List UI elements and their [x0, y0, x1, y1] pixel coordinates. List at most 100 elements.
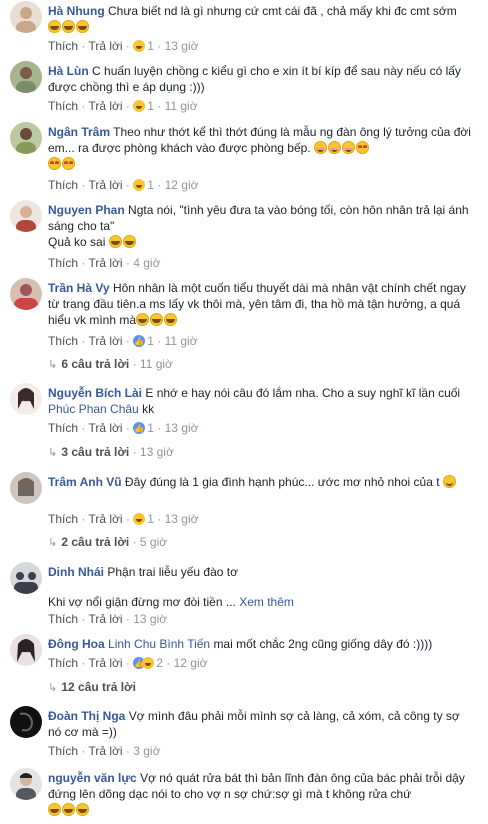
emoji-blush-icon — [313, 141, 327, 154]
like-button[interactable]: Thích — [48, 512, 78, 526]
avatar[interactable] — [10, 122, 42, 154]
like-button[interactable]: Thích — [48, 334, 78, 348]
reaction-count[interactable]: 2 — [156, 656, 163, 670]
reply-arrow-icon: ↳ — [48, 682, 58, 694]
comment-text-line2: Quả ko sai — [48, 235, 106, 249]
comment-text: mai mốt chắc 2ng cũng giống dây đó :)))) — [213, 637, 433, 651]
reply-button[interactable]: Trả lời — [88, 421, 122, 435]
commenter-name[interactable]: Đoàn Thị Nga — [48, 709, 125, 723]
avatar[interactable] — [10, 278, 42, 310]
mention-link[interactable]: Phúc Phan Châu — [48, 402, 139, 416]
commenter-name[interactable]: Dinh Nhái — [48, 565, 104, 579]
comment-text: Chưa biết nd là gì nhưng cứ cmt cái đã ,… — [108, 4, 457, 18]
avatar[interactable] — [10, 200, 42, 232]
reply-button[interactable]: Trả lời — [88, 334, 122, 348]
comment-text-after: kk — [142, 402, 155, 416]
haha-reaction-icon — [133, 179, 146, 191]
reaction-count[interactable]: 1 — [147, 39, 154, 53]
emoji-laugh-icon — [76, 803, 89, 816]
reply-arrow-icon: ↳ — [48, 537, 58, 549]
commenter-name[interactable]: nguyễn văn lực — [48, 771, 137, 785]
emoji-heart-eyes-icon — [355, 141, 369, 154]
emoji-heart-eyes-icon — [62, 157, 75, 170]
reply-button[interactable]: Trả lời — [88, 99, 122, 113]
comment-text: Hôn nhân là một cuốn tiểu thuyết dài mà … — [48, 281, 466, 327]
reply-button[interactable]: Trả lời — [88, 744, 122, 758]
reaction-count[interactable]: 1 — [147, 421, 154, 435]
timestamp[interactable]: 13 giờ — [165, 512, 199, 526]
like-button[interactable]: Thích — [48, 256, 78, 270]
emoji-blush-icon — [341, 141, 355, 154]
avatar[interactable] — [10, 383, 42, 415]
view-replies-link[interactable]: 12 câu trả lời — [61, 680, 136, 694]
emoji-laugh-icon — [76, 20, 89, 33]
avatar[interactable] — [10, 562, 42, 594]
timestamp[interactable]: 12 giờ — [174, 656, 208, 670]
haha-reaction-icon — [133, 513, 146, 525]
comment-text: Đây đúng là 1 gia đình hạnh phúc... ước … — [124, 475, 440, 489]
timestamp[interactable]: 13 giờ — [165, 39, 199, 53]
view-replies-link[interactable]: 3 câu trả lời — [61, 445, 129, 459]
commenter-name[interactable]: Nguyen Phan — [48, 203, 125, 217]
emoji-laugh-icon — [48, 803, 61, 816]
reply-button[interactable]: Trả lời — [88, 512, 122, 526]
reaction-count[interactable]: 1 — [147, 512, 154, 526]
timestamp[interactable]: 12 giờ — [165, 178, 199, 192]
commenter-name[interactable]: Hà Lùn — [48, 64, 89, 78]
avatar[interactable] — [10, 706, 42, 738]
comment-text: Theo như thớt kể thì thớt đúng là mẫu ng… — [48, 125, 471, 155]
emoji-laugh-icon — [164, 313, 178, 326]
haha-reaction-icon — [142, 657, 155, 669]
comment-text-line2: Khi vợ nổi giận đừng mơ đòi tiền ... — [48, 595, 236, 609]
reply-button[interactable]: Trả lời — [88, 656, 122, 670]
emoji-blush-icon — [327, 141, 341, 154]
reply-button[interactable]: Trả lời — [88, 612, 122, 626]
see-more-link[interactable]: Xem thêm — [239, 595, 294, 609]
emoji-laugh-icon — [150, 313, 164, 326]
like-button[interactable]: Thích — [48, 39, 78, 53]
emoji-laugh-icon — [136, 313, 150, 326]
like-button[interactable]: Thích — [48, 178, 78, 192]
timestamp[interactable]: 4 giờ — [133, 256, 160, 270]
reply-arrow-icon: ↳ — [48, 447, 58, 459]
replies-timestamp: 5 giờ — [139, 535, 168, 549]
reply-button[interactable]: Trả lời — [88, 39, 122, 53]
like-reaction-icon — [133, 421, 146, 437]
timestamp[interactable]: 3 giờ — [133, 744, 160, 758]
like-button[interactable]: Thích — [48, 612, 78, 626]
commenter-name[interactable]: Nguyễn Bích Lài — [48, 386, 142, 400]
reply-button[interactable]: Trả lời — [88, 178, 122, 192]
reply-arrow-icon: ↳ — [48, 359, 58, 371]
emoji-laugh-icon — [108, 235, 122, 248]
reply-button[interactable]: Trả lời — [88, 256, 122, 270]
emoji-laugh-icon — [122, 235, 136, 248]
commenter-name[interactable]: Ngân Trâm — [48, 125, 110, 139]
avatar[interactable] — [10, 768, 42, 800]
comment-text: Phận trai liễu yếu đào tơ — [107, 565, 238, 579]
like-button[interactable]: Thích — [48, 656, 78, 670]
comment-text: C huấn luyện chồng c kiểu gì cho e xin í… — [48, 64, 461, 94]
like-button[interactable]: Thích — [48, 99, 78, 113]
timestamp[interactable]: 13 giờ — [133, 612, 167, 626]
avatar[interactable] — [10, 1, 42, 33]
reaction-count[interactable]: 1 — [147, 99, 154, 113]
timestamp[interactable]: 11 giờ — [165, 334, 198, 348]
reaction-count[interactable]: 1 — [147, 334, 154, 348]
avatar[interactable] — [10, 634, 42, 666]
emoji-smile-icon — [442, 475, 456, 488]
like-button[interactable]: Thích — [48, 744, 78, 758]
commenter-name[interactable]: Trâm Anh Vũ — [48, 475, 122, 489]
commenter-name[interactable]: Đông Hoa — [48, 637, 105, 651]
like-button[interactable]: Thích — [48, 421, 78, 435]
timestamp[interactable]: 11 giờ — [165, 99, 198, 113]
timestamp[interactable]: 13 giờ — [165, 421, 199, 435]
reaction-count[interactable]: 1 — [147, 178, 154, 192]
commenter-name[interactable]: Trần Hà Vy — [48, 281, 110, 295]
commenter-name[interactable]: Hà Nhung — [48, 4, 105, 18]
view-replies-link[interactable]: 2 câu trả lời — [61, 535, 129, 549]
avatar[interactable] — [10, 472, 42, 504]
emoji-laugh-icon — [62, 20, 75, 33]
mention-link[interactable]: Linh Chu Bình Tiến — [108, 637, 210, 651]
view-replies-link[interactable]: 6 câu trả lời — [61, 357, 129, 371]
avatar[interactable] — [10, 61, 42, 93]
